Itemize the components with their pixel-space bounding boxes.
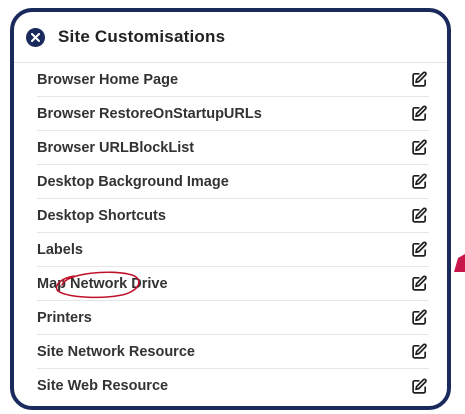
list-item: Desktop Background Image [37,165,429,199]
list-item-label: Browser URLBlockList [37,139,195,156]
list-item-label: Printers [37,309,92,326]
panel-header: Site Customisations [14,12,447,63]
edit-button[interactable] [409,308,429,328]
edit-button[interactable] [409,172,429,192]
list-item-label: Site Network Resource [37,343,195,360]
edit-pencil-icon [411,275,427,291]
list-item: Printers [37,301,429,335]
close-button[interactable] [26,27,45,47]
list-item: Map Network Drive [37,267,429,301]
list-item: Site Network Resource [37,335,429,369]
edit-pencil-icon [411,71,427,87]
site-customisations-panel: Site Customisations Browser Home Page Br… [10,8,451,410]
list-item-label: Map Network Drive [37,275,168,292]
list-item: Browser URLBlockList [37,131,429,165]
list-item: Browser RestoreOnStartupURLs [37,97,429,131]
close-icon [31,32,40,42]
edit-button[interactable] [409,206,429,226]
edit-pencil-icon [411,139,427,155]
list-item-label: Browser RestoreOnStartupURLs [37,105,262,122]
list-item: Labels [37,233,429,267]
panel-title: Site Customisations [58,27,226,46]
edit-pencil-icon [411,207,427,223]
list-item: Desktop Shortcuts [37,199,429,233]
list-item-label: Browser Home Page [37,71,179,88]
list-item-label: Site Web Resource [37,378,169,394]
list-item: Browser Home Page [37,63,429,97]
customisation-list: Browser Home Page Browser RestoreOnStart… [14,63,447,403]
list-item-label: Desktop Background Image [37,173,229,190]
edit-button[interactable] [409,240,429,260]
edit-button[interactable] [409,104,429,124]
edit-button[interactable] [409,342,429,362]
edit-pencil-icon [411,241,427,257]
edit-button[interactable] [409,274,429,294]
pointer-arrow-icon [454,254,465,272]
edit-button[interactable] [409,138,429,158]
edit-pencil-icon [411,105,427,121]
list-item-label: Desktop Shortcuts [37,207,166,224]
edit-button[interactable] [409,70,429,90]
edit-pencil-icon [411,378,427,394]
edit-pencil-icon [411,309,427,325]
edit-pencil-icon [411,173,427,189]
edit-pencil-icon [411,343,427,359]
list-item: Site Web Resource [37,369,429,403]
screenshot-canvas: Site Customisations Browser Home Page Br… [0,0,465,414]
list-item-label: Labels [37,241,83,258]
edit-button[interactable] [409,376,429,396]
